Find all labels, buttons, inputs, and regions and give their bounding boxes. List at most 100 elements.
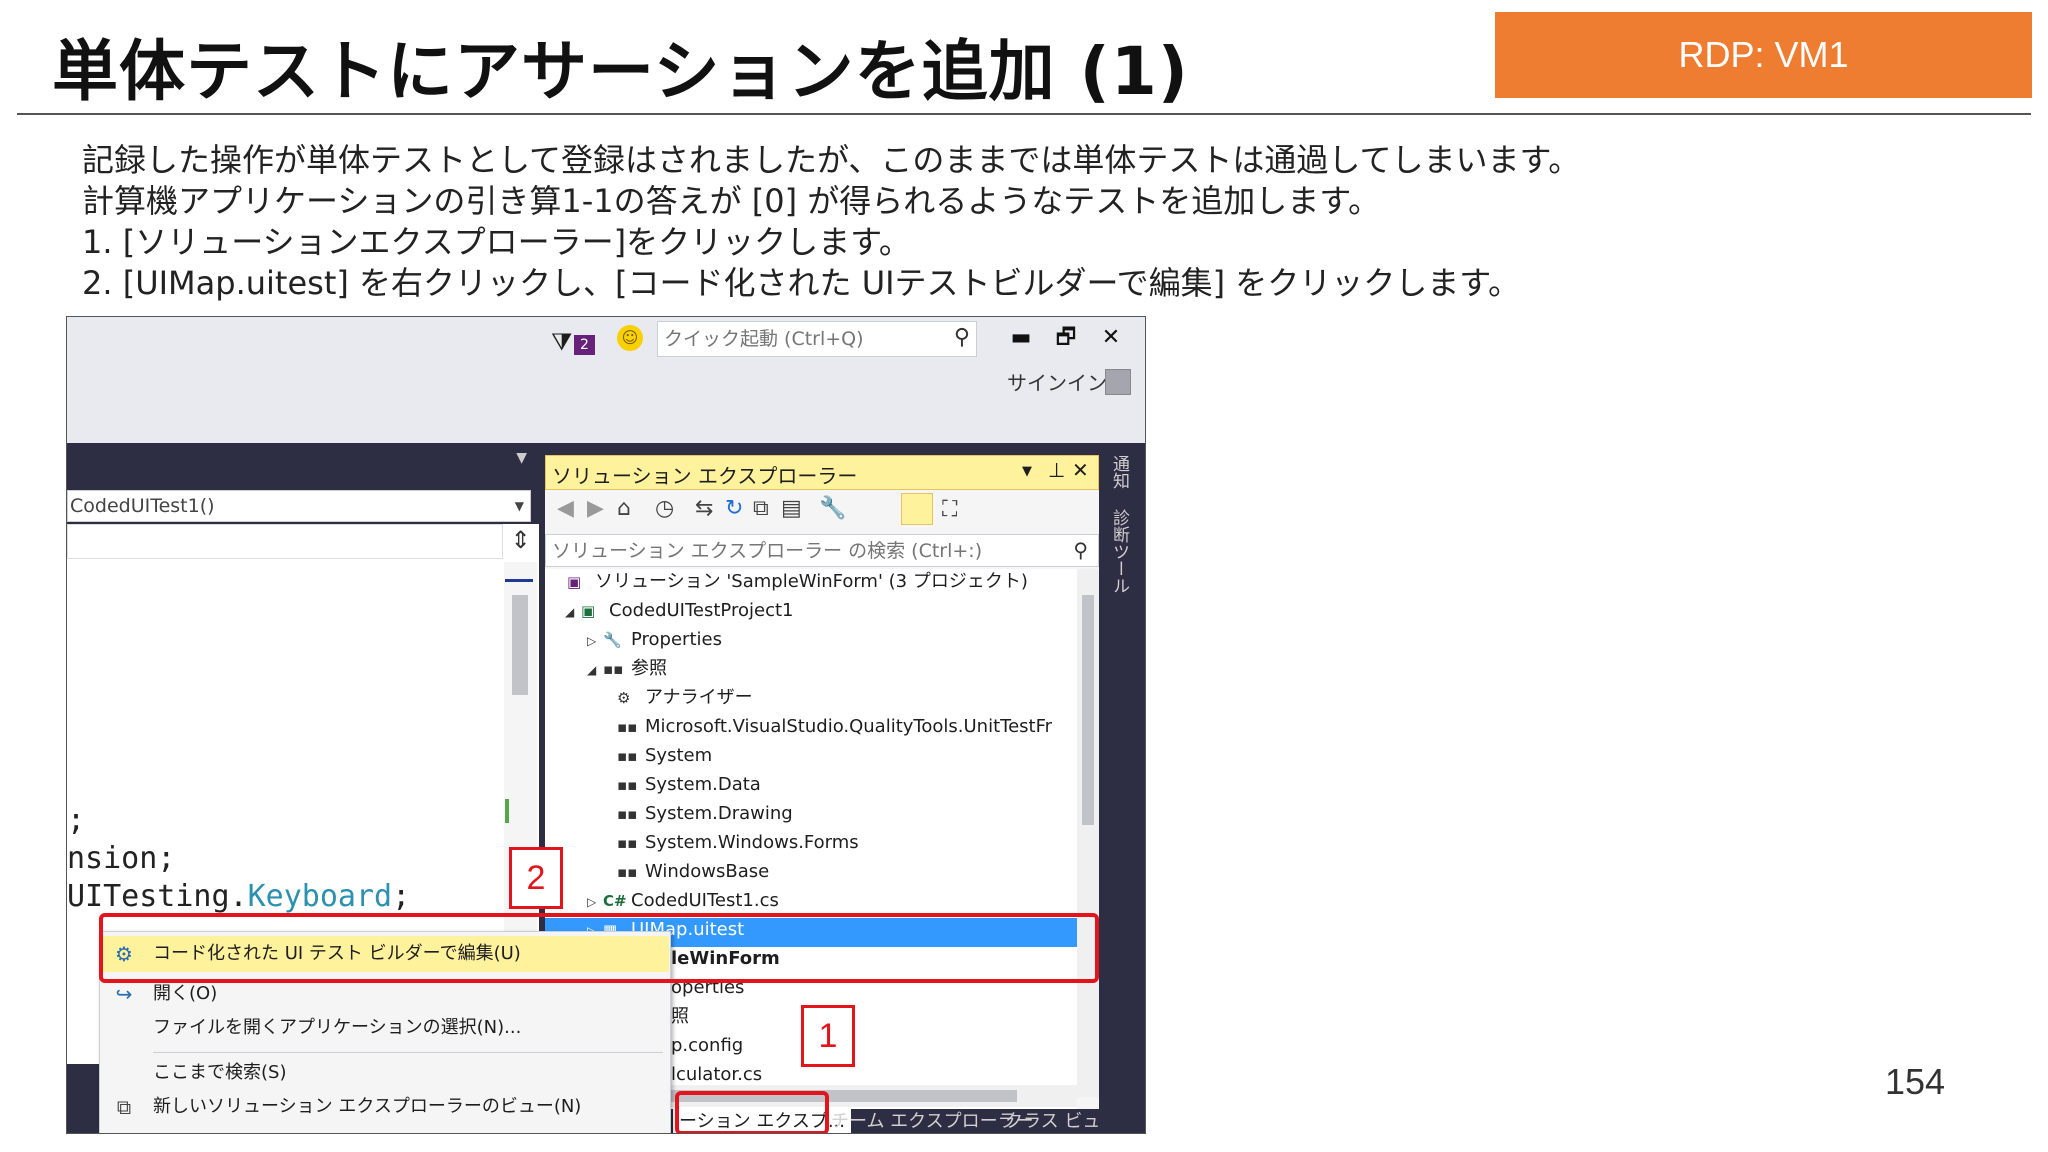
tree-item-reference[interactable]: ▪▪ Microsoft.VisualStudio.QualityTools.Un…: [617, 712, 1052, 741]
tree-item-codeduitest[interactable]: ▷ C# CodedUITest1.cs: [587, 886, 779, 915]
vs-title-area: [67, 317, 1145, 443]
instruction-line: 記録した操作が単体テストとして登録はされましたが、このままでは単体テストは通過し…: [82, 141, 1581, 179]
chevron-down-icon[interactable]: ▼: [516, 450, 527, 466]
quick-launch[interactable]: ⚲: [657, 321, 977, 357]
title-divider: [17, 113, 2031, 115]
tab-team-explorer[interactable]: チーム エクスプローラー: [831, 1109, 1034, 1133]
menu-item-open-with[interactable]: ファイルを開くアプリケーションの選択(N)...: [99, 1010, 669, 1046]
editor-navbar-row: [67, 524, 503, 559]
code-line: UITesting.Keyboard;: [67, 879, 410, 914]
tree-item-reference[interactable]: ▪▪ System.Data: [617, 770, 761, 799]
code-text: UITesting.: [67, 879, 248, 914]
slide-title: 単体テストにアサーションを追加 (1): [52, 33, 1189, 110]
instruction-line: 2. [UIMap.uitest] を右クリックし、[コード化された UIテスト…: [82, 264, 1521, 302]
home-icon[interactable]: ⌂: [617, 496, 631, 521]
expander-icon[interactable]: ◢: [587, 656, 603, 685]
solution-explorer-search[interactable]: ⚲: [545, 534, 1099, 567]
chevron-down-icon[interactable]: ▼: [1022, 464, 1032, 479]
code-line: nsion;: [67, 841, 176, 876]
highlight-box-step2: [99, 913, 1099, 983]
tree-item-calculator[interactable]: lculator.cs: [671, 1060, 762, 1082]
tree-item-references[interactable]: ◢ ▪▪ 参照: [587, 654, 667, 683]
side-tab-notifications[interactable]: 通知: [1107, 455, 1132, 489]
tree-item-reference[interactable]: ▪▪ System.Windows.Forms: [617, 828, 859, 857]
collapse-all-icon[interactable]: ⧉: [753, 496, 769, 521]
tree-item-properties[interactable]: ▷ 🔧 Properties: [587, 625, 722, 654]
solution-explorer-scroll-thumb[interactable]: [1082, 595, 1094, 825]
search-icon[interactable]: ⚲: [954, 325, 970, 350]
member-dropdown-value: CodedUITest1(): [70, 495, 215, 517]
refresh-icon[interactable]: ↻: [725, 496, 743, 521]
sync-icon[interactable]: ⇆: [695, 496, 713, 521]
code-keyword: Keyboard: [247, 879, 393, 914]
reference-icon: ▪▪: [617, 718, 638, 736]
class-diagram-icon[interactable]: ⛶: [942, 497, 957, 522]
restore-button[interactable]: 🗗: [1049, 323, 1083, 353]
chevron-down-icon[interactable]: ▼: [515, 491, 524, 521]
editor-scroll-thumb[interactable]: [512, 595, 528, 695]
back-icon[interactable]: ◀: [557, 496, 574, 521]
close-icon[interactable]: ✕: [1072, 458, 1089, 482]
reference-icon: ▪▪: [617, 747, 638, 765]
highlight-box-step1: [675, 1091, 829, 1133]
editor-header: ▼: [67, 444, 539, 476]
split-window-icon[interactable]: ⇕: [504, 526, 537, 556]
menu-item-scope-to-this[interactable]: ここまで検索(S): [99, 1055, 669, 1091]
menu-item-new-se-view[interactable]: ⧉ 新しいソリューション エクスプローラーのビュー(N): [99, 1089, 669, 1125]
new-view-icon: ⧉: [116, 1095, 132, 1119]
tree-item-analyzer[interactable]: ⚙ アナライザー: [617, 683, 753, 712]
solution-icon: ▣: [567, 573, 582, 591]
member-dropdown[interactable]: CodedUITest1() ▼: [67, 490, 531, 522]
reference-icon: ▪▪: [603, 660, 624, 678]
pin-icon[interactable]: ⊥: [1048, 458, 1065, 482]
solution-explorer-title: ソリューション エクスプローラー: [552, 464, 858, 488]
tree-item-references2[interactable]: 照: [671, 1002, 689, 1031]
step1-label: 1: [801, 1005, 855, 1067]
forward-icon[interactable]: ▶: [587, 496, 604, 521]
solution-explorer-toolbar: ◀ ▶ ⌂ ◷ ⇆ ↻ ⧉ ▤ 🔧: [545, 490, 1099, 528]
solution-explorer-titlebar[interactable]: ソリューション エクスプローラー ▼ ⊥ ✕: [545, 455, 1099, 490]
notification-badge[interactable]: 2: [574, 335, 595, 355]
reference-icon: ▪▪: [617, 776, 638, 794]
side-tab-diagnostic-tools[interactable]: 診断ツール: [1107, 509, 1132, 594]
tree-item-project[interactable]: ◢ ▣ CodedUITestProject1: [565, 596, 793, 625]
reference-icon: ▪▪: [617, 834, 638, 852]
signin-link[interactable]: サインイン: [1007, 367, 1107, 396]
reference-icon: ▪▪: [617, 805, 638, 823]
quick-launch-input[interactable]: [658, 322, 938, 356]
menu-separator: [153, 1052, 663, 1053]
close-button[interactable]: ✕: [1094, 323, 1128, 353]
solution-explorer-search-input[interactable]: [546, 535, 1046, 566]
wrench-icon: 🔧: [603, 631, 622, 649]
vs-screenshot: ⧩ 2 ☺ ⚲ ▬ 🗗 ✕ サインイン ▼ CodedUITest1() ▼ ⇕…: [66, 316, 1146, 1134]
minimize-button[interactable]: ▬: [1004, 323, 1038, 353]
instruction-line: 1. [ソリューションエクスプローラー]をクリックします。: [82, 223, 911, 261]
avatar[interactable]: [1105, 369, 1131, 395]
wrench-icon[interactable]: 🔧: [819, 496, 846, 521]
tree-item-solution[interactable]: ▣ ソリューション 'SampleWinForm' (3 プロジェクト): [551, 567, 1028, 596]
scroll-marker: [505, 579, 533, 582]
project-icon: ▣: [581, 602, 596, 620]
code-line: ;: [67, 803, 86, 838]
filter-icon[interactable]: ⧩: [551, 328, 572, 356]
tree-item-appconfig[interactable]: p.config: [671, 1031, 743, 1060]
search-icon[interactable]: ⚲: [1073, 538, 1088, 562]
history-icon[interactable]: ◷: [655, 496, 674, 521]
step2-label: 2: [509, 847, 563, 909]
show-all-files-icon[interactable]: ▤: [781, 496, 802, 521]
feedback-smile-icon[interactable]: ☺: [617, 325, 643, 351]
expander-icon[interactable]: ▷: [587, 627, 603, 656]
preview-toggle-icon[interactable]: [901, 493, 933, 525]
csharp-icon: C#: [603, 892, 627, 910]
analyzer-icon: ⚙: [617, 689, 631, 707]
expander-icon[interactable]: ◢: [565, 598, 581, 627]
tree-item-reference[interactable]: ▪▪ System: [617, 741, 712, 770]
instruction-line: 計算機アプリケーションの引き算1-1の答えが [0] が得られるようなテストを追…: [82, 182, 1381, 220]
tree-item-reference[interactable]: ▪▪ WindowsBase: [617, 857, 769, 886]
rdp-badge: RDP: VM1: [1495, 12, 2032, 98]
page-number: 154: [1885, 1061, 1946, 1102]
instructions: 記録した操作が単体テストとして登録はされましたが、このままでは単体テストは通過し…: [82, 140, 1580, 304]
reference-icon: ▪▪: [617, 863, 638, 881]
tree-item-reference[interactable]: ▪▪ System.Drawing: [617, 799, 793, 828]
change-marker: [505, 799, 509, 823]
